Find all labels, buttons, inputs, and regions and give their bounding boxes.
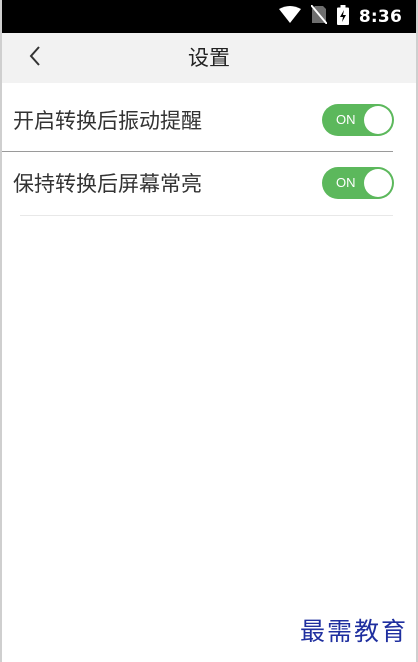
watermark: 最需教育	[299, 617, 408, 646]
status-bar: 8:36	[2, 0, 416, 33]
divider	[20, 215, 393, 216]
setting-row-vibrate: 开启转换后振动提醒 ON	[2, 90, 416, 152]
setting-label-screen-on: 保持转换后屏幕常亮	[13, 172, 202, 196]
no-sim-icon	[310, 4, 328, 28]
phone-screen: 8:36 设置 开启转换后振动提醒 ON 保持转换后屏幕常亮 ON 最需教育	[0, 0, 418, 662]
vibrate-toggle[interactable]: ON	[322, 104, 394, 136]
toggle-knob	[364, 106, 392, 134]
title-bar: 设置	[2, 33, 416, 83]
status-icons: 8:36	[278, 0, 402, 33]
setting-row-screen-on: 保持转换后屏幕常亮 ON	[2, 153, 416, 215]
page-title: 设置	[188, 46, 230, 70]
toggle-state-text: ON	[336, 112, 356, 127]
screen-on-toggle[interactable]: ON	[322, 167, 394, 199]
status-time: 8:36	[358, 6, 402, 27]
battery-charging-icon	[336, 4, 349, 29]
toggle-state-text: ON	[336, 175, 356, 190]
wifi-icon	[278, 5, 301, 28]
toggle-knob	[364, 169, 392, 197]
setting-label-vibrate: 开启转换后振动提醒	[13, 109, 202, 133]
divider	[2, 151, 393, 152]
